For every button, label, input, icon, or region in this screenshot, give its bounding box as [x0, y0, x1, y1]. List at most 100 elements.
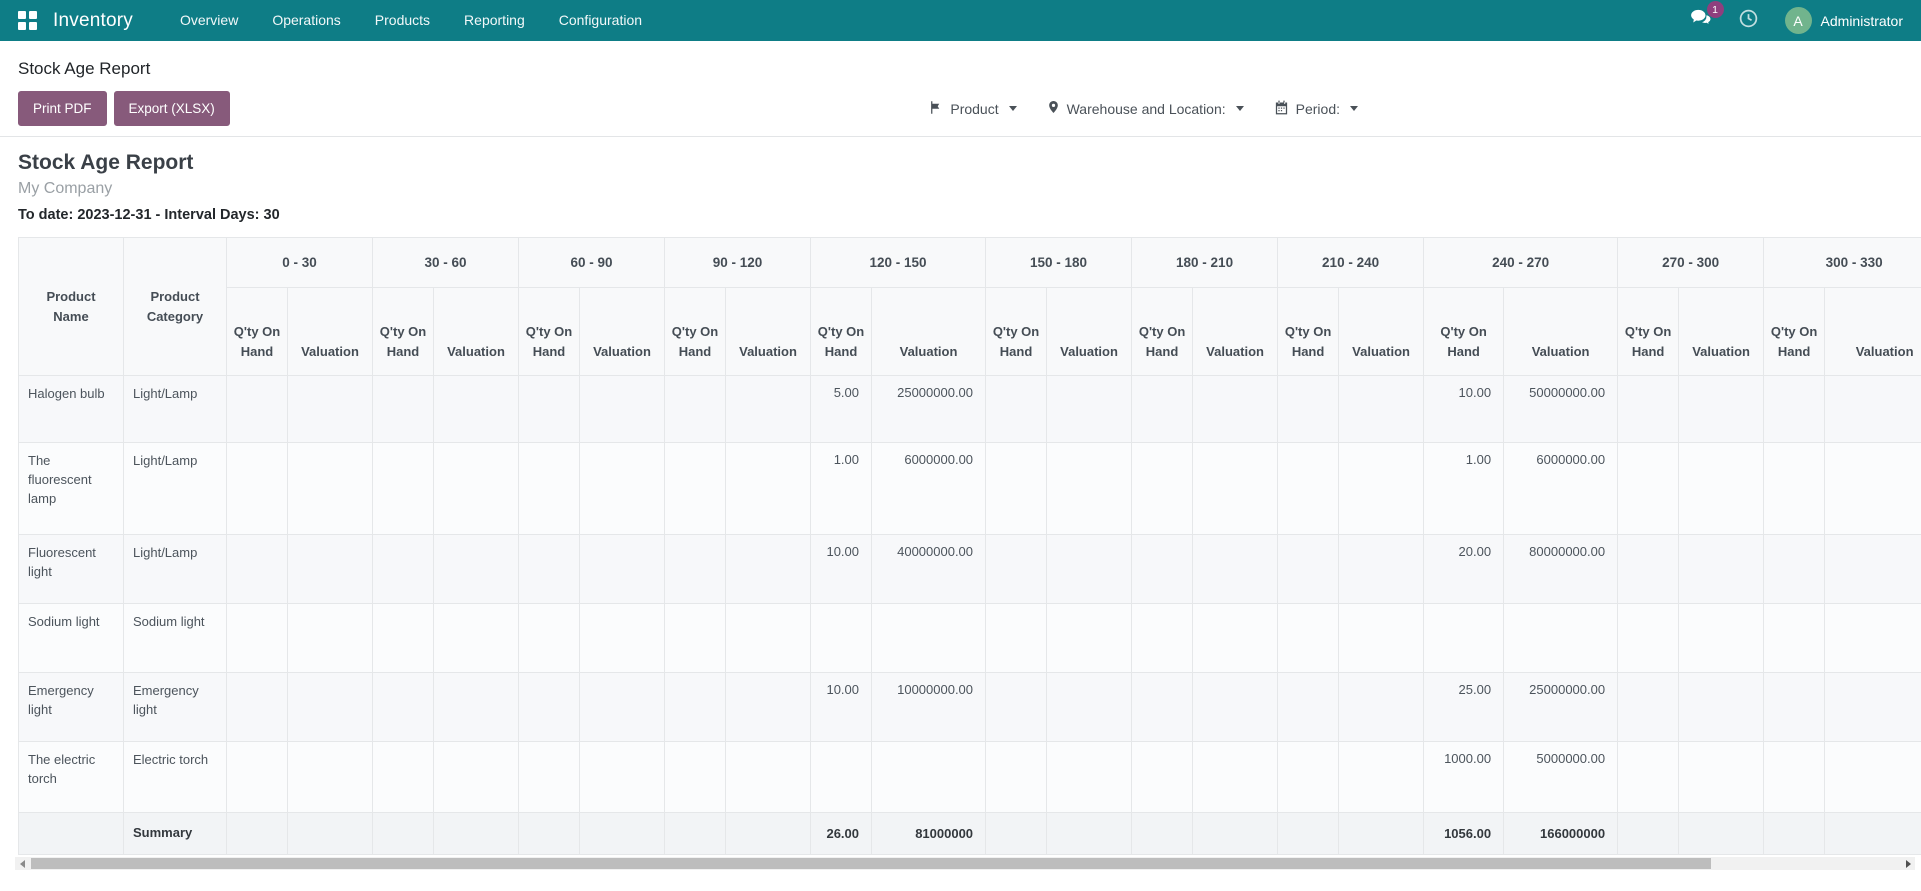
- qty-cell: [1277, 603, 1340, 673]
- qty-cell: [226, 375, 288, 443]
- summary-qty-cell: 26.00: [810, 812, 873, 855]
- summary-qty-cell: [518, 812, 580, 855]
- valuation-cell: [1824, 672, 1921, 742]
- scrollbar-thumb[interactable]: [31, 858, 1711, 869]
- age-range-header: 0 - 30: [226, 237, 373, 288]
- valuation-header: Valuation: [1503, 287, 1619, 376]
- qty-cell: [226, 741, 288, 813]
- valuation-cell: [1503, 603, 1619, 673]
- product-category-cell: Emergency light: [123, 672, 227, 742]
- horizontal-scrollbar[interactable]: [15, 857, 1915, 870]
- valuation-cell: [433, 442, 519, 535]
- qty-cell: [226, 442, 288, 535]
- valuation-cell: [433, 603, 519, 673]
- valuation-cell: [871, 603, 987, 673]
- activities-button[interactable]: [1738, 8, 1759, 34]
- qty-on-hand-header: Q'ty On Hand: [1277, 287, 1340, 376]
- qty-cell: [1277, 375, 1340, 443]
- menu-item-configuration[interactable]: Configuration: [542, 0, 659, 41]
- qty-cell: [1617, 442, 1680, 535]
- summary-valuation-cell: 166000000: [1503, 812, 1619, 855]
- summary-qty-cell: [226, 812, 288, 855]
- valuation-header: Valuation: [287, 287, 373, 376]
- valuation-cell: [287, 534, 373, 604]
- apps-grid-icon[interactable]: [18, 11, 37, 30]
- qty-cell: [1617, 672, 1680, 742]
- summary-qty-cell: [1763, 812, 1826, 855]
- summary-qty-cell: [664, 812, 726, 855]
- summary-row: Summary 26.00 81000000 1056.00 166000000: [18, 812, 1921, 855]
- top-navbar: Inventory Overview Operations Products R…: [0, 0, 1921, 41]
- product-name-cell: Fluorescent light: [18, 534, 124, 604]
- menu-item-products[interactable]: Products: [358, 0, 447, 41]
- navbar-right: 1 A Administrator: [1690, 1, 1903, 34]
- age-range-header: 150 - 180: [985, 237, 1133, 288]
- valuation-cell: 5000000.00: [1503, 741, 1619, 813]
- qty-on-hand-header: Q'ty On Hand: [1617, 287, 1680, 376]
- qty-cell: [664, 741, 726, 813]
- qty-cell: [1763, 534, 1826, 604]
- summary-qty-cell: [985, 812, 1048, 855]
- user-menu[interactable]: A Administrator: [1784, 7, 1903, 34]
- product-filter[interactable]: Product: [928, 100, 1017, 118]
- report-heading: Stock Age Report: [18, 151, 194, 174]
- valuation-header: Valuation: [871, 287, 987, 376]
- qty-on-hand-header: Q'ty On Hand: [226, 287, 288, 376]
- qty-cell: [1617, 375, 1680, 443]
- summary-valuation-cell: [579, 812, 665, 855]
- menu-item-reporting[interactable]: Reporting: [447, 0, 542, 41]
- valuation-cell: [1192, 672, 1279, 742]
- age-range-header: 210 - 240: [1277, 237, 1425, 288]
- qty-cell: [1131, 741, 1194, 813]
- product-name-cell: The fluorescent lamp: [18, 442, 124, 535]
- qty-cell: [664, 375, 726, 443]
- qty-cell: [1617, 741, 1680, 813]
- qty-cell: [372, 534, 434, 604]
- messages-button[interactable]: 1: [1690, 1, 1724, 32]
- summary-qty-cell: [1617, 812, 1680, 855]
- period-filter[interactable]: Period:: [1274, 100, 1358, 118]
- valuation-cell: 10000000.00: [871, 672, 987, 742]
- age-range-header: 90 - 120: [663, 237, 812, 288]
- qty-cell: 1.00: [1423, 442, 1505, 535]
- menu-item-overview[interactable]: Overview: [163, 0, 255, 41]
- export-xlsx-button[interactable]: Export (XLSX): [113, 91, 230, 126]
- qty-cell: [985, 534, 1048, 604]
- valuation-cell: [1338, 375, 1425, 443]
- summary-valuation-cell: 81000000: [871, 812, 987, 855]
- valuation-cell: [1338, 741, 1425, 813]
- valuation-cell: [287, 741, 373, 813]
- qty-cell: [518, 672, 580, 742]
- print-pdf-button[interactable]: Print PDF: [18, 91, 107, 126]
- menu-item-operations[interactable]: Operations: [255, 0, 357, 41]
- valuation-header: Valuation: [1046, 287, 1133, 376]
- qty-cell: [1131, 672, 1194, 742]
- chevron-down-icon: [1008, 106, 1017, 111]
- qty-cell: [985, 603, 1048, 673]
- summary-qty-cell: 1056.00: [1423, 812, 1505, 855]
- qty-cell: 20.00: [1423, 534, 1505, 604]
- valuation-cell: 25000000.00: [1503, 672, 1619, 742]
- app-brand[interactable]: Inventory: [53, 10, 133, 32]
- warehouse-location-filter[interactable]: Warehouse and Location:: [1047, 99, 1244, 118]
- col-header-product-name: Product Name: [18, 237, 124, 376]
- qty-cell: 10.00: [810, 534, 873, 604]
- product-category-cell: Sodium light: [123, 603, 227, 673]
- valuation-cell: [579, 741, 665, 813]
- scroll-left-arrow[interactable]: [15, 857, 29, 870]
- valuation-cell: [1824, 534, 1921, 604]
- qty-cell: [1277, 741, 1340, 813]
- table-row: Emergency light Emergency light 10.00 10000…: [18, 672, 1921, 742]
- control-panel: Stock Age Report Print PDF Export (XLSX)…: [0, 41, 1921, 136]
- qty-cell: [1277, 442, 1340, 535]
- qty-cell: [518, 534, 580, 604]
- qty-cell: [372, 375, 434, 443]
- summary-spacer-cell: [18, 812, 124, 855]
- scroll-right-arrow[interactable]: [1901, 857, 1915, 870]
- report-meta: To date: 2023-12-31 - Interval Days: 30: [18, 207, 280, 223]
- product-filter-label: Product: [950, 100, 999, 117]
- valuation-cell: [579, 672, 665, 742]
- summary-valuation-cell: [287, 812, 373, 855]
- summary-valuation-cell: [433, 812, 519, 855]
- qty-cell: [1277, 672, 1340, 742]
